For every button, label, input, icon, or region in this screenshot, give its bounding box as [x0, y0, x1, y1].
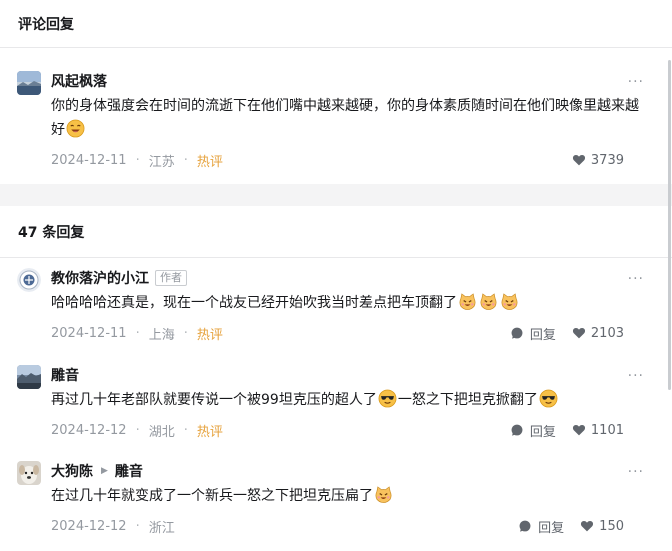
like-button[interactable]: 1101	[572, 423, 624, 438]
heart-icon	[572, 423, 586, 437]
separator-dot: ·	[135, 152, 140, 168]
comment-bubble-icon	[510, 423, 524, 437]
reply-label: 回复	[529, 424, 556, 440]
separator-dot: ·	[183, 422, 188, 438]
avatar[interactable]	[17, 461, 41, 485]
comment-content: 哈哈哈哈还真是，现在一个战友已经开始吹我当时差点把车顶翻了	[51, 291, 648, 315]
like-count: 3739	[590, 152, 624, 168]
reply-button[interactable]: 回复	[510, 324, 556, 343]
comment-text: 你的身体强度会在时间的流逝下在他们嘴中越来越硬，你的身体素质随时间在他们映像里越…	[51, 98, 639, 138]
panel-header: 评论回复	[0, 0, 672, 48]
author-badge: 作者	[155, 270, 187, 286]
sunglasses-emoji-icon	[378, 389, 397, 408]
separator-dot: ·	[183, 325, 188, 341]
reply-to-username[interactable]: 雕音	[115, 461, 143, 481]
cat-emoji-icon	[374, 485, 393, 504]
like-button[interactable]: 3739	[572, 153, 624, 168]
panel-title: 评论回复	[18, 16, 74, 33]
more-options-icon[interactable]: ···	[628, 369, 644, 383]
comment-content: 再过几十年老部队就要传说一个被99坦克压的超人了 一怒之下把坦克掀翻了	[51, 388, 648, 412]
comment-bubble-icon	[510, 326, 524, 340]
separator-dot: ·	[183, 152, 188, 168]
comment-meta: 2024-12-12 · 湖北 · 热评 回复 1101	[51, 420, 648, 440]
comment-location: 浙江	[148, 520, 175, 536]
comment-content: 在过几十年就变成了一个新兵一怒之下把坦克压扁了	[51, 484, 648, 508]
cat-emoji-icon	[479, 292, 498, 311]
comment-actions: 回复 2103	[510, 323, 624, 343]
heart-icon	[572, 153, 586, 167]
comment-date: 2024-12-12	[51, 422, 127, 438]
replies-header: 47 条回复	[0, 206, 672, 258]
reply-button[interactable]: 回复	[518, 517, 564, 536]
reply-button[interactable]: 回复	[510, 421, 556, 440]
comment-location: 湖北	[148, 424, 175, 440]
hot-comment-badge: 热评	[196, 154, 223, 170]
hot-comment-badge: 热评	[196, 327, 223, 343]
username[interactable]: 大狗陈	[51, 461, 93, 481]
comment-text-part-2: 一怒之下把坦克掀翻了	[397, 392, 538, 408]
comment-meta: 2024-12-11 · 江苏 · 热评 3739	[51, 150, 648, 170]
avatar[interactable]	[17, 268, 41, 292]
scrollbar-thumb[interactable]	[668, 60, 671, 390]
comment-text-part-1: 再过几十年老部队就要传说一个被99坦克压的超人了	[51, 392, 377, 408]
comment-location: 江苏	[148, 154, 175, 170]
reply-item: 雕音 ··· 再过几十年老部队就要传说一个被99坦克压的超人了 一怒之下把坦克掀翻…	[0, 364, 672, 440]
avatar[interactable]	[17, 365, 41, 389]
username[interactable]: 雕音	[51, 365, 79, 385]
username[interactable]: 风起枫落	[51, 71, 107, 91]
comment-bubble-icon	[518, 519, 532, 533]
comment-date: 2024-12-11	[51, 325, 127, 341]
avatar[interactable]	[17, 71, 41, 95]
heart-icon	[580, 519, 594, 533]
like-count: 1101	[590, 422, 624, 438]
comment-text: 在过几十年就变成了一个新兵一怒之下把坦克压扁了	[51, 488, 373, 504]
comment-content: 你的身体强度会在时间的流逝下在他们嘴中越来越硬，你的身体素质随时间在他们映像里越…	[51, 94, 648, 142]
comment-actions: 回复 1101	[510, 420, 624, 440]
more-options-icon[interactable]: ···	[628, 75, 644, 89]
root-comment: 风起枫落 ··· 你的身体强度会在时间的流逝下在他们嘴中越来越硬，你的身体素质随…	[0, 70, 672, 170]
comment-date: 2024-12-11	[51, 152, 127, 168]
comment-actions: 3739	[572, 150, 624, 170]
separator-dot: ·	[135, 422, 140, 438]
reply-item: 教你落沪的小江 作者 ··· 哈哈哈哈还真是，现在一个战友已经开始吹我当时差点把…	[0, 267, 672, 343]
section-divider	[0, 184, 672, 206]
reply-count: 47 条回复	[18, 224, 85, 241]
comment-location: 上海	[148, 327, 175, 343]
cat-emoji-icon	[500, 292, 519, 311]
laughing-emoji-icon	[66, 119, 85, 138]
comment-meta: 2024-12-12 · 浙江 回复 150	[51, 516, 648, 536]
like-count: 150	[599, 518, 624, 534]
like-count: 2103	[590, 325, 624, 341]
more-options-icon[interactable]: ···	[628, 272, 644, 286]
cat-emoji-icon	[458, 292, 477, 311]
comment-actions: 回复 150	[518, 516, 624, 536]
reply-item: 大狗陈 ▶ 雕音 ··· 在过几十年就变成了一个新兵一怒之下把坦克压扁了 202…	[0, 460, 672, 536]
comment-meta: 2024-12-11 · 上海 · 热评 回复 2103	[51, 323, 648, 343]
more-options-icon[interactable]: ···	[628, 465, 644, 479]
heart-icon	[572, 326, 586, 340]
comment-date: 2024-12-12	[51, 518, 127, 534]
separator-dot: ·	[135, 518, 140, 534]
reply-arrow-icon: ▶	[101, 466, 108, 476]
reply-label: 回复	[538, 520, 565, 536]
username[interactable]: 教你落沪的小江	[51, 268, 149, 288]
separator-dot: ·	[135, 325, 140, 341]
reply-label: 回复	[529, 327, 556, 343]
like-button[interactable]: 2103	[572, 326, 624, 341]
comment-text: 哈哈哈哈还真是，现在一个战友已经开始吹我当时差点把车顶翻了	[51, 295, 457, 311]
like-button[interactable]: 150	[580, 519, 624, 534]
hot-comment-badge: 热评	[196, 424, 223, 440]
sunglasses-emoji-icon	[539, 389, 558, 408]
